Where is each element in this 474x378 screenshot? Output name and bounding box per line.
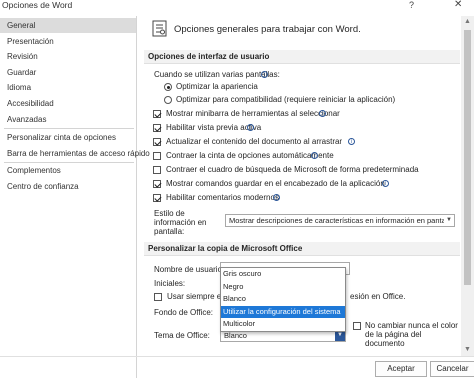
sidebar-item-trust-center[interactable]: Centro de confianza	[0, 179, 136, 194]
sidebar-item-proofing[interactable]: Revisión	[0, 49, 136, 64]
general-settings-icon	[152, 20, 168, 37]
radio-optimize-appearance-label[interactable]: Optimizar la apariencia	[176, 82, 258, 92]
accept-button[interactable]: Aceptar	[375, 361, 427, 377]
scroll-thumb[interactable]	[464, 30, 471, 285]
screentip-label-line3: pantalla:	[154, 227, 185, 236]
radio-optimize-appearance[interactable]	[164, 83, 172, 91]
modern-comments-label[interactable]: Habilitar comentarios modernos	[166, 193, 279, 203]
theme-option-black[interactable]: Negro	[221, 281, 345, 294]
checkbox-modern-comments[interactable]	[153, 194, 161, 202]
info-icon[interactable]: i	[348, 138, 355, 145]
collapse-search-label[interactable]: Contraer el cuadro de búsqueda de Micros…	[166, 165, 419, 175]
checkbox-collapse-search[interactable]	[153, 166, 161, 174]
sidebar-item-display[interactable]: Presentación	[0, 34, 136, 49]
info-icon[interactable]: i	[261, 71, 268, 78]
collapse-ribbon-label[interactable]: Contraer la cinta de opciones automática…	[166, 151, 334, 161]
theme-option-dark-gray[interactable]: Gris oscuro	[221, 268, 345, 281]
chevron-down-icon[interactable]: ▼	[444, 215, 454, 226]
theme-option-colorful[interactable]: Multicolor	[221, 318, 345, 331]
checkbox-update-drag[interactable]	[153, 138, 161, 146]
never-change-label-line3: documento	[365, 339, 405, 348]
theme-option-system[interactable]: Utilizar la configuración del sistema	[221, 305, 345, 319]
sidebar: General Presentación Revisión Guardar Id…	[0, 16, 150, 378]
info-icon[interactable]: i	[319, 110, 326, 117]
office-theme-dropdown-list: Gris oscuro Negro Blanco Utilizar la con…	[220, 267, 346, 332]
info-icon[interactable]: i	[382, 180, 389, 187]
radio-optimize-compat[interactable]	[164, 96, 172, 104]
main-scrollbar[interactable]: ▲ ▼	[461, 16, 474, 356]
close-button[interactable]: ✕	[454, 0, 462, 10]
show-save-label[interactable]: Mostrar comandos guardar en el encabezad…	[166, 179, 385, 189]
office-theme-value: Blanco	[224, 331, 247, 340]
screentip-style-select[interactable]: Mostrar descripciones de características…	[225, 214, 455, 227]
update-drag-label[interactable]: Actualizar el contenido del documento al…	[166, 137, 342, 147]
always-use-label-end: esión en Office.	[350, 292, 406, 301]
sidebar-item-quick-access-toolbar[interactable]: Barra de herramientas de acceso rápido	[0, 146, 150, 161]
help-button[interactable]: ?	[409, 0, 414, 10]
section-personalize: Personalizar la copia de Microsoft Offic…	[144, 242, 460, 256]
sidebar-item-customize-ribbon[interactable]: Personalizar cinta de opciones	[0, 130, 136, 145]
theme-option-white[interactable]: Blanco	[221, 293, 345, 306]
checkbox-always-use[interactable]	[154, 293, 162, 301]
screentip-style-value: Mostrar descripciones de características…	[229, 216, 454, 225]
sidebar-item-addins[interactable]: Complementos	[0, 163, 136, 178]
office-background-label: Fondo de Office:	[154, 308, 213, 317]
radio-optimize-compat-label[interactable]: Optimizar para compatibilidad (requiere …	[176, 95, 395, 105]
info-icon[interactable]: i	[247, 124, 254, 131]
scroll-up-icon[interactable]: ▲	[461, 16, 474, 28]
checkbox-show-save[interactable]	[153, 180, 161, 188]
checkbox-collapse-ribbon[interactable]	[153, 152, 161, 160]
footer-divider	[0, 356, 474, 357]
sidebar-item-language[interactable]: Idioma	[0, 80, 136, 95]
sidebar-item-general[interactable]: General	[0, 18, 136, 33]
checkbox-never-change-page-color[interactable]	[353, 322, 361, 330]
title-bar: Opciones de Word ? ✕	[0, 0, 474, 16]
sidebar-item-accessibility[interactable]: Accesibilidad	[0, 96, 136, 111]
section-ui-options: Opciones de interfaz de usuario	[144, 50, 460, 64]
info-icon[interactable]: i	[311, 152, 318, 159]
cancel-button[interactable]: Cancelar	[430, 361, 474, 377]
checkbox-mini-toolbar[interactable]	[153, 110, 161, 118]
info-icon[interactable]: i	[273, 194, 280, 201]
sidebar-item-save[interactable]: Guardar	[0, 65, 136, 80]
office-theme-label: Tema de Office:	[154, 331, 210, 340]
initials-label: Iniciales:	[154, 279, 186, 288]
mini-toolbar-label[interactable]: Mostrar minibarra de herramientas al sel…	[166, 109, 340, 119]
scroll-down-icon[interactable]: ▼	[461, 344, 474, 356]
sidebar-item-advanced[interactable]: Avanzadas	[0, 112, 136, 127]
sidebar-divider	[4, 128, 134, 129]
window-title: Opciones de Word	[2, 0, 73, 10]
page-title: Opciones generales para trabajar con Wor…	[174, 24, 361, 35]
checkbox-live-preview[interactable]	[153, 124, 161, 132]
username-label: Nombre de usuario:	[154, 265, 225, 274]
